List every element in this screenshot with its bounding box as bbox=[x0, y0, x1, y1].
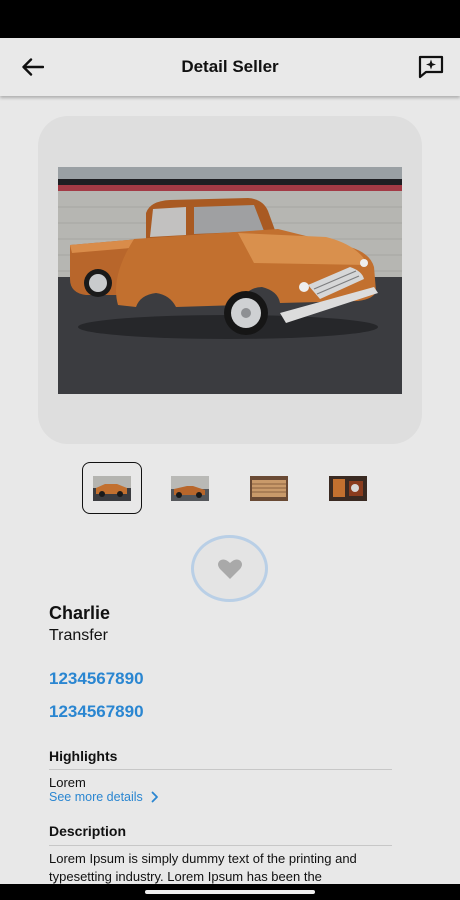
thumbnail-1[interactable] bbox=[82, 462, 142, 514]
thumbnail-2-image bbox=[171, 475, 209, 501]
seller-phone-2[interactable]: 1234567890 bbox=[49, 702, 144, 722]
see-more-details-link[interactable]: See more details bbox=[49, 790, 159, 804]
thumbnail-3-image bbox=[250, 475, 288, 501]
message-sparkle-icon bbox=[418, 55, 444, 79]
page-title: Detail Seller bbox=[181, 57, 279, 76]
system-navigation-bar bbox=[0, 884, 460, 900]
back-button[interactable] bbox=[18, 53, 48, 81]
heart-icon bbox=[217, 558, 242, 579]
see-more-details-label: See more details bbox=[49, 790, 143, 804]
favorite-button[interactable] bbox=[191, 535, 268, 602]
thumbnail-strip bbox=[82, 462, 382, 514]
arrow-left-icon bbox=[22, 58, 44, 76]
seller-name: Charlie bbox=[49, 603, 111, 623]
thumbnail-3[interactable] bbox=[239, 462, 299, 514]
thumbnail-1-image bbox=[93, 475, 131, 501]
highlights-text: Lorem bbox=[49, 775, 86, 790]
home-indicator[interactable] bbox=[145, 890, 315, 894]
vehicle-main-photo[interactable] bbox=[58, 167, 402, 394]
seller-phone-1[interactable]: 1234567890 bbox=[49, 669, 144, 689]
app-bar: Detail Seller bbox=[0, 38, 460, 96]
chevron-right-icon bbox=[151, 791, 158, 803]
highlights-title: Highlights bbox=[49, 748, 118, 764]
thumbnail-4-image bbox=[329, 475, 367, 501]
description-title: Description bbox=[49, 823, 127, 839]
pickup-truck-image bbox=[58, 167, 402, 394]
vehicle-image-card bbox=[38, 116, 422, 444]
description-text: Lorem Ipsum is simply dummy text of the … bbox=[49, 851, 357, 884]
description-divider bbox=[49, 845, 392, 846]
message-button[interactable] bbox=[416, 53, 446, 81]
thumbnail-4[interactable] bbox=[318, 462, 378, 514]
thumbnail-2[interactable] bbox=[160, 462, 220, 514]
seller-subtitle: Transfer bbox=[49, 627, 108, 644]
status-bar bbox=[0, 0, 460, 38]
highlights-divider bbox=[49, 769, 392, 770]
